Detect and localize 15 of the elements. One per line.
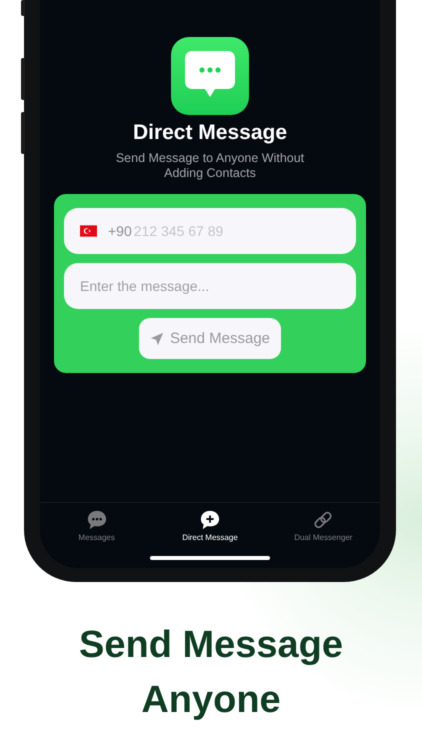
screen-title: Direct Message [132, 121, 288, 145]
tab[interactable]: Dual Messenger [273, 510, 374, 542]
message-field[interactable]: Enter the message... [64, 263, 356, 309]
chat-icon [86, 510, 108, 530]
country-code: +90 [108, 223, 132, 239]
flag-icon [80, 225, 97, 237]
chat-bubble-icon [171, 37, 249, 115]
screen-subtitle: Send Message to Anyone Without Adding Contacts [114, 151, 306, 181]
link-icon [312, 510, 334, 530]
chat-plus-icon [198, 510, 221, 530]
send-icon [150, 332, 164, 346]
promo-caption: Send Message Anyone [78, 623, 344, 723]
send-button[interactable]: Send Message [138, 318, 282, 359]
tab[interactable]: Messages [46, 510, 147, 542]
tab[interactable]: Direct Message [160, 510, 260, 542]
